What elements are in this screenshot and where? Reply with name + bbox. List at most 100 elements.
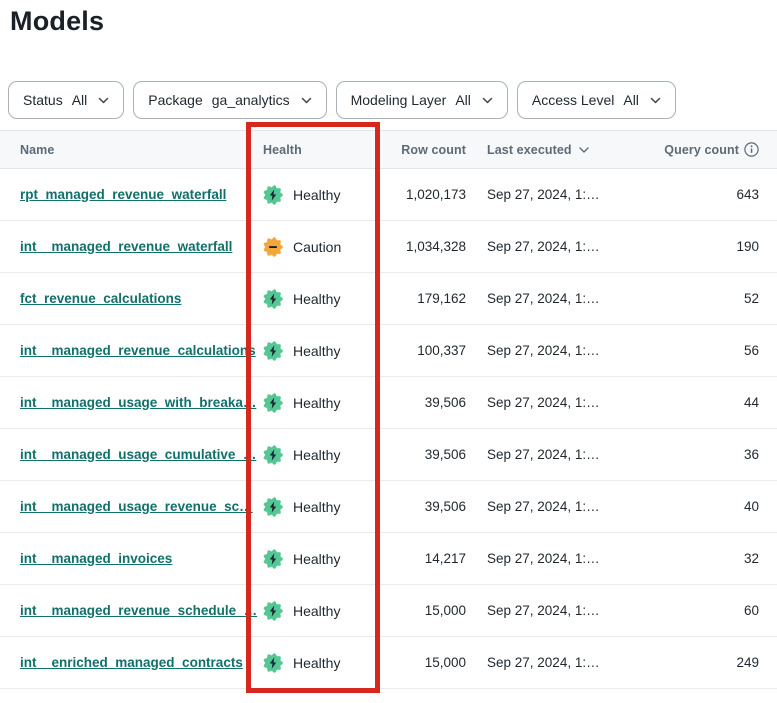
model-name-link[interactable]: rpt_managed_revenue_waterfall xyxy=(20,187,226,202)
models-page: Models Status All Package ga_analytics M… xyxy=(0,0,777,703)
filter-modeling-layer[interactable]: Modeling Layer All xyxy=(336,81,508,119)
table-row: int__managed_revenue_calculations Health… xyxy=(0,325,777,377)
model-name-link[interactable]: fct_revenue_calculations xyxy=(20,291,181,306)
row-count-value: 1,020,173 xyxy=(380,187,468,202)
filter-status[interactable]: Status All xyxy=(8,81,124,119)
health-label: Healthy xyxy=(293,603,340,619)
health-label: Caution xyxy=(293,239,341,255)
health-status-icon xyxy=(263,341,283,361)
health-status-icon xyxy=(263,549,283,569)
column-header-last-executed-label: Last executed xyxy=(487,143,572,157)
column-header-last-executed[interactable]: Last executed xyxy=(468,143,639,157)
query-count-value: 32 xyxy=(639,551,777,566)
health-cell: Healthy xyxy=(247,289,380,309)
health-status-icon xyxy=(263,601,283,621)
health-label: Healthy xyxy=(293,551,340,567)
table-row: int__managed_usage_with_breaka… Healthy … xyxy=(0,377,777,429)
info-icon[interactable] xyxy=(744,142,759,157)
chevron-down-icon xyxy=(98,97,109,104)
column-header-row-count: Row count xyxy=(380,143,468,157)
health-cell: Healthy xyxy=(247,497,380,517)
table-header-row: Name Health Row count Last executed Quer… xyxy=(0,130,777,169)
filter-bar: Status All Package ga_analytics Modeling… xyxy=(8,81,676,119)
health-status-icon xyxy=(263,185,283,205)
filter-access-level-value: All xyxy=(623,92,639,108)
chevron-down-icon xyxy=(301,97,312,104)
column-header-query-count-label: Query count xyxy=(664,143,739,157)
model-name-link[interactable]: int__managed_revenue_calculations xyxy=(20,343,256,358)
health-cell: Healthy xyxy=(247,653,380,673)
health-cell: Caution xyxy=(247,237,380,257)
health-status-icon xyxy=(263,445,283,465)
health-status-icon xyxy=(263,497,283,517)
query-count-value: 643 xyxy=(639,187,777,202)
row-count-value: 15,000 xyxy=(380,603,468,618)
page-title: Models xyxy=(10,6,104,37)
table-row: fct_revenue_calculations Healthy 179,162… xyxy=(0,273,777,325)
health-status-icon xyxy=(263,237,283,257)
table-body: rpt_managed_revenue_waterfall Healthy 1,… xyxy=(0,169,777,689)
column-header-query-count: Query count xyxy=(639,142,777,157)
last-executed-value: Sep 27, 2024, 1:… xyxy=(468,655,639,670)
health-cell: Healthy xyxy=(247,393,380,413)
row-count-value: 39,506 xyxy=(380,447,468,462)
filter-package-label: Package xyxy=(148,92,202,108)
health-status-icon xyxy=(263,653,283,673)
query-count-value: 56 xyxy=(639,343,777,358)
health-cell: Healthy xyxy=(247,601,380,621)
health-label: Healthy xyxy=(293,187,340,203)
last-executed-value: Sep 27, 2024, 1:… xyxy=(468,291,639,306)
row-count-value: 1,034,328 xyxy=(380,239,468,254)
table-row: int__enriched_managed_contracts Healthy … xyxy=(0,637,777,689)
health-cell: Healthy xyxy=(247,341,380,361)
query-count-value: 36 xyxy=(639,447,777,462)
last-executed-value: Sep 27, 2024, 1:… xyxy=(468,239,639,254)
filter-access-level[interactable]: Access Level All xyxy=(517,81,676,119)
query-count-value: 60 xyxy=(639,603,777,618)
last-executed-value: Sep 27, 2024, 1:… xyxy=(468,551,639,566)
query-count-value: 249 xyxy=(639,655,777,670)
last-executed-value: Sep 27, 2024, 1:… xyxy=(468,499,639,514)
filter-status-label: Status xyxy=(23,92,63,108)
sort-chevron-icon xyxy=(579,147,589,153)
model-name-link[interactable]: int__managed_invoices xyxy=(20,551,172,566)
last-executed-value: Sep 27, 2024, 1:… xyxy=(468,603,639,618)
filter-package[interactable]: Package ga_analytics xyxy=(133,81,326,119)
health-status-icon xyxy=(263,289,283,309)
filter-modeling-layer-value: All xyxy=(455,92,471,108)
table-row: int__managed_revenue_waterfall Caution 1… xyxy=(0,221,777,273)
health-status-icon xyxy=(263,393,283,413)
health-cell: Healthy xyxy=(247,549,380,569)
query-count-value: 40 xyxy=(639,499,777,514)
model-name-link[interactable]: int__managed_usage_cumulative_… xyxy=(20,447,256,462)
row-count-value: 39,506 xyxy=(380,395,468,410)
table-row: int__managed_usage_cumulative_… Healthy … xyxy=(0,429,777,481)
row-count-value: 39,506 xyxy=(380,499,468,514)
filter-access-level-label: Access Level xyxy=(532,92,614,108)
model-name-link[interactable]: int__managed_revenue_schedule_… xyxy=(20,603,257,618)
models-table: Name Health Row count Last executed Quer… xyxy=(0,130,777,689)
chevron-down-icon xyxy=(482,97,493,104)
health-label: Healthy xyxy=(293,291,340,307)
health-label: Healthy xyxy=(293,447,340,463)
filter-package-value: ga_analytics xyxy=(212,92,290,108)
column-header-health: Health xyxy=(247,143,380,157)
row-count-value: 14,217 xyxy=(380,551,468,566)
last-executed-value: Sep 27, 2024, 1:… xyxy=(468,343,639,358)
health-label: Healthy xyxy=(293,343,340,359)
model-name-link[interactable]: int__managed_usage_revenue_sc… xyxy=(20,499,253,514)
table-row: int__managed_invoices Healthy 14,217 Sep… xyxy=(0,533,777,585)
row-count-value: 15,000 xyxy=(380,655,468,670)
row-count-value: 100,337 xyxy=(380,343,468,358)
query-count-value: 190 xyxy=(639,239,777,254)
chevron-down-icon xyxy=(650,97,661,104)
table-row: int__managed_usage_revenue_sc… Healthy 3… xyxy=(0,481,777,533)
health-cell: Healthy xyxy=(247,185,380,205)
last-executed-value: Sep 27, 2024, 1:… xyxy=(468,447,639,462)
filter-modeling-layer-label: Modeling Layer xyxy=(351,92,447,108)
model-name-link[interactable]: int__managed_revenue_waterfall xyxy=(20,239,232,254)
query-count-value: 44 xyxy=(639,395,777,410)
health-cell: Healthy xyxy=(247,445,380,465)
model-name-link[interactable]: int__managed_usage_with_breaka… xyxy=(20,395,256,410)
model-name-link[interactable]: int__enriched_managed_contracts xyxy=(20,655,243,670)
